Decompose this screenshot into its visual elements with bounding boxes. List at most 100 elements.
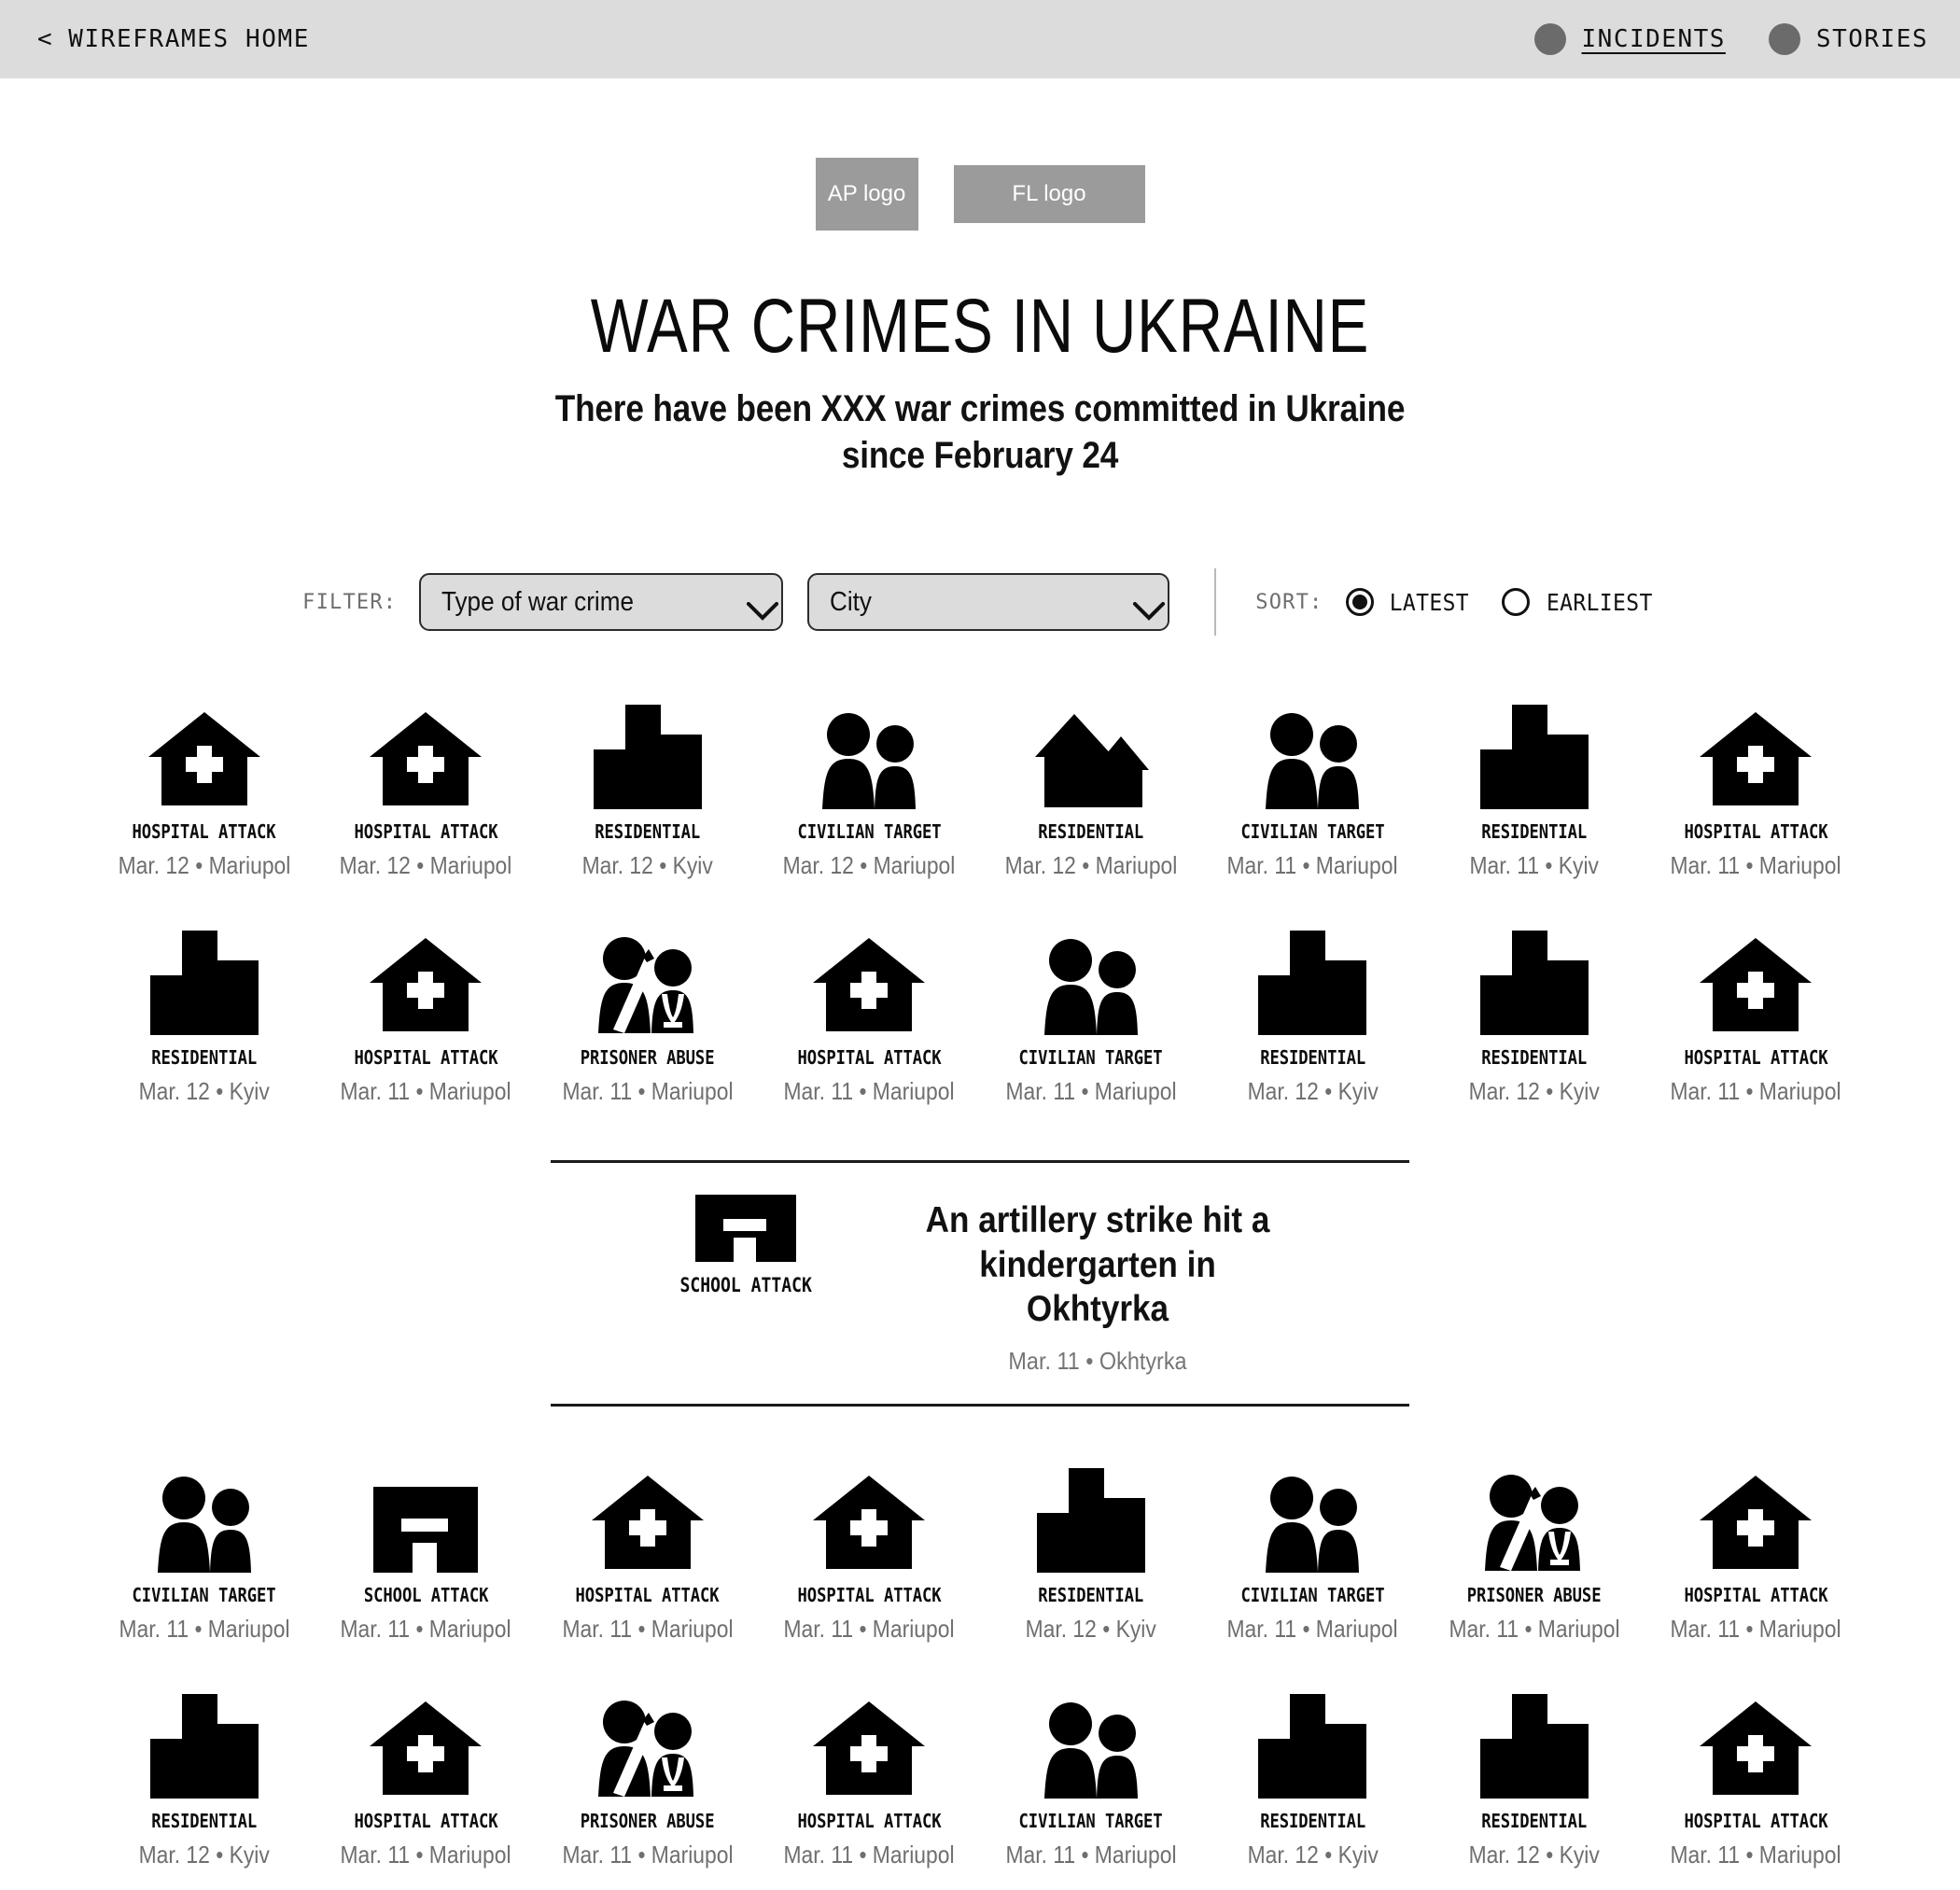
incident-card-meta: Mar. 12 • Kyiv xyxy=(1468,1077,1600,1105)
residential-block-icon xyxy=(1464,923,1604,1035)
incident-card[interactable]: RESIDENTIAL Mar. 12 • Kyiv xyxy=(1202,923,1424,1106)
incident-card-meta: Mar. 12 • Kyiv xyxy=(1247,1840,1379,1869)
incident-card-meta: Mar. 11 • Mariupol xyxy=(1670,1614,1841,1643)
incident-card-meta: Mar. 11 • Mariupol xyxy=(340,1614,511,1643)
prisoner-abuse-icon xyxy=(1464,1461,1604,1573)
incident-card-type: RESIDENTIAL xyxy=(595,820,701,843)
incident-card[interactable]: CIVILIAN TARGET Mar. 11 • Mariupol xyxy=(1202,697,1424,880)
filter-select-city[interactable]: City xyxy=(807,573,1170,631)
residential-block-icon xyxy=(1021,1461,1161,1573)
incident-card[interactable]: HOSPITAL ATTACK Mar. 11 • Mariupol xyxy=(537,1461,759,1644)
incident-card[interactable]: HOSPITAL ATTACK Mar. 11 • Mariupol xyxy=(315,1687,538,1869)
incident-grid-row: RESIDENTIAL Mar. 12 • Kyiv HOSPITAL ATTAC… xyxy=(0,923,1960,1106)
incident-card[interactable]: RESIDENTIAL Mar. 12 • Kyiv xyxy=(93,923,315,1106)
radio-unselected-icon[interactable] xyxy=(1502,588,1531,616)
incident-card[interactable]: RESIDENTIAL Mar. 11 • Kyiv xyxy=(1423,697,1645,880)
incident-card[interactable]: HOSPITAL ATTACK Mar. 11 • Mariupol xyxy=(759,1687,981,1869)
incident-card-type: RESIDENTIAL xyxy=(1038,820,1144,843)
incident-card-type: CIVILIAN TARGET xyxy=(1018,1046,1163,1069)
incident-card-type: HOSPITAL ATTACK xyxy=(797,1583,942,1606)
incident-card[interactable]: RESIDENTIAL Mar. 12 • Kyiv xyxy=(1423,1687,1645,1869)
featured-story-icon-group: SCHOOL ATTACK xyxy=(657,1195,834,1296)
incident-card-type: SCHOOL ATTACK xyxy=(363,1583,488,1606)
incident-card[interactable]: HOSPITAL ATTACK Mar. 11 • Mariupol xyxy=(1645,1461,1868,1644)
incident-card-meta: Mar. 11 • Mariupol xyxy=(1226,851,1398,879)
sort-label: SORT: xyxy=(1255,590,1323,614)
incident-card[interactable]: PRISONER ABUSE Mar. 11 • Mariupol xyxy=(537,923,759,1106)
civilian-target-icon xyxy=(1242,697,1382,809)
incident-card[interactable]: CIVILIAN TARGET Mar. 11 • Mariupol xyxy=(1202,1461,1424,1644)
incident-card-meta: Mar. 12 • Kyiv xyxy=(1247,1077,1379,1105)
incident-card[interactable]: RESIDENTIAL Mar. 12 • Mariupol xyxy=(980,697,1202,880)
incident-card-meta: Mar. 12 • Mariupol xyxy=(782,851,956,879)
incident-card-meta: Mar. 11 • Mariupol xyxy=(562,1614,734,1643)
incident-card[interactable]: CIVILIAN TARGET Mar. 12 • Mariupol xyxy=(759,697,981,880)
incident-card[interactable]: RESIDENTIAL Mar. 12 • Kyiv xyxy=(1423,923,1645,1106)
incident-card[interactable]: HOSPITAL ATTACK Mar. 12 • Mariupol xyxy=(93,697,315,880)
stories-dot-icon xyxy=(1768,23,1800,55)
incident-card-type: HOSPITAL ATTACK xyxy=(1684,1809,1828,1832)
incident-card-type: CIVILIAN TARGET xyxy=(132,1583,276,1606)
wireframes-home-link[interactable]: < WIREFRAMES HOME xyxy=(37,25,310,53)
nav-item-stories-label: STORIES xyxy=(1815,25,1928,53)
incident-card-meta: Mar. 11 • Mariupol xyxy=(562,1077,734,1105)
filter-select-type-of-war-crime[interactable]: Type of war crime xyxy=(419,573,784,631)
civilian-target-icon xyxy=(1021,1687,1161,1799)
hospital-attack-icon xyxy=(134,697,274,809)
incident-card[interactable]: HOSPITAL ATTACK Mar. 11 • Mariupol xyxy=(315,923,538,1106)
sort-option-latest-label: LATEST xyxy=(1389,588,1469,616)
incident-card[interactable]: CIVILIAN TARGET Mar. 11 • Mariupol xyxy=(93,1461,315,1644)
residential-block-icon xyxy=(1464,1687,1604,1799)
incident-card-meta: Mar. 11 • Mariupol xyxy=(1226,1614,1398,1643)
incident-grid-row: RESIDENTIAL Mar. 12 • Kyiv HOSPITAL ATTAC… xyxy=(0,1687,1960,1869)
incident-card-type: HOSPITAL ATTACK xyxy=(132,820,276,843)
nav-item-incidents-label: INCIDENTS xyxy=(1581,25,1726,53)
nav-item-incidents[interactable]: INCIDENTS xyxy=(1533,23,1726,55)
nav-item-stories[interactable]: STORIES xyxy=(1768,23,1928,55)
residential-block-icon xyxy=(134,923,274,1035)
incident-card-type: RESIDENTIAL xyxy=(1481,820,1588,843)
civilian-target-icon xyxy=(134,1461,274,1573)
incident-card[interactable]: SCHOOL ATTACK Mar. 11 • Mariupol xyxy=(315,1461,538,1644)
incident-card[interactable]: RESIDENTIAL Mar. 12 • Kyiv xyxy=(537,697,759,880)
featured-story-text: An artillery strike hit a kindergarten i… xyxy=(892,1195,1303,1376)
featured-story-type: SCHOOL ATTACK xyxy=(679,1274,812,1296)
incident-card[interactable]: HOSPITAL ATTACK Mar. 11 • Mariupol xyxy=(759,923,981,1106)
residential-block-icon xyxy=(134,1687,274,1799)
incident-card-meta: Mar. 12 • Kyiv xyxy=(1468,1840,1600,1869)
incident-card-type: HOSPITAL ATTACK xyxy=(1684,1583,1828,1606)
incident-card[interactable]: HOSPITAL ATTACK Mar. 11 • Mariupol xyxy=(759,1461,981,1644)
incident-card[interactable]: CIVILIAN TARGET Mar. 11 • Mariupol xyxy=(980,923,1202,1106)
featured-story-meta: Mar. 11 • Okhtyrka xyxy=(1008,1346,1187,1375)
incident-card[interactable]: RESIDENTIAL Mar. 12 • Kyiv xyxy=(980,1461,1202,1644)
incident-card-meta: Mar. 11 • Mariupol xyxy=(1005,1077,1177,1105)
hospital-attack-icon xyxy=(1686,697,1826,809)
ap-logo-placeholder: AP logo xyxy=(815,158,918,231)
incident-card-meta: Mar. 11 • Mariupol xyxy=(119,1614,290,1643)
incident-card[interactable]: HOSPITAL ATTACK Mar. 11 • Mariupol xyxy=(1645,923,1868,1106)
sort-option-earliest[interactable]: EARLIEST xyxy=(1502,588,1658,616)
incident-card[interactable]: RESIDENTIAL Mar. 12 • Kyiv xyxy=(1202,1687,1424,1869)
incident-card[interactable]: RESIDENTIAL Mar. 12 • Kyiv xyxy=(93,1687,315,1869)
residential-block-icon xyxy=(1242,1687,1382,1799)
filter-select-type-value: Type of war crime xyxy=(441,586,635,617)
incident-card-type: CIVILIAN TARGET xyxy=(1240,820,1385,843)
incident-card-meta: Mar. 11 • Mariupol xyxy=(783,1077,955,1105)
incident-card[interactable]: CIVILIAN TARGET Mar. 11 • Mariupol xyxy=(980,1687,1202,1869)
sort-option-latest[interactable]: LATEST xyxy=(1345,588,1473,616)
incident-card-type: PRISONER ABUSE xyxy=(580,1809,715,1832)
prisoner-abuse-icon xyxy=(578,1687,718,1799)
sort-option-earliest-label: EARLIEST xyxy=(1547,588,1653,616)
hospital-attack-icon xyxy=(356,923,496,1035)
incident-card-type: CIVILIAN TARGET xyxy=(797,820,942,843)
incident-card[interactable]: HOSPITAL ATTACK Mar. 11 • Mariupol xyxy=(1645,697,1868,880)
radio-selected-icon[interactable] xyxy=(1345,588,1374,616)
incident-card-type: CIVILIAN TARGET xyxy=(1018,1809,1163,1832)
incident-card[interactable]: HOSPITAL ATTACK Mar. 12 • Mariupol xyxy=(315,697,538,880)
incident-card[interactable]: PRISONER ABUSE Mar. 11 • Mariupol xyxy=(1423,1461,1645,1644)
incident-card-meta: Mar. 11 • Mariupol xyxy=(1005,1840,1177,1869)
incident-card[interactable]: PRISONER ABUSE Mar. 11 • Mariupol xyxy=(537,1687,759,1869)
incident-card[interactable]: HOSPITAL ATTACK Mar. 11 • Mariupol xyxy=(1645,1687,1868,1869)
featured-story-card[interactable]: SCHOOL ATTACK An artillery strike hit a … xyxy=(551,1160,1409,1407)
sort-group: SORT: LATEST EARLIEST xyxy=(1255,588,1658,616)
